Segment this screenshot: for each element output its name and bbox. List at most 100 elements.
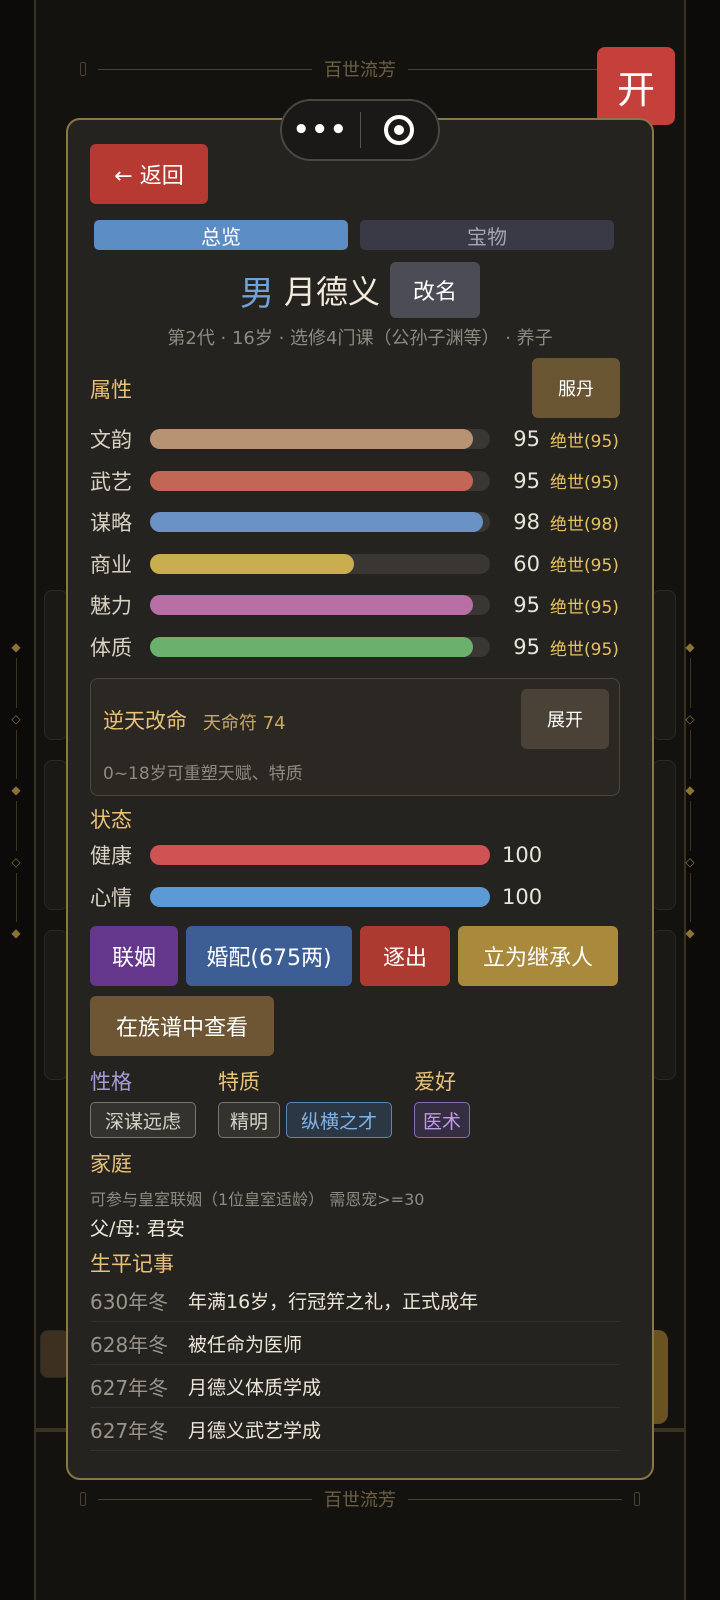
record-date: 627年冬 [90,1376,169,1400]
attribute-grade: 绝世(95) [550,473,619,494]
match-marriage-label: 婚配(675两) [206,946,332,971]
attribute-label: 文韵 [90,428,132,452]
background-card [652,930,676,1080]
take-pill-button-label: 服丹 [558,379,594,400]
status-bar-fill [150,845,490,865]
expel-button[interactable]: 逐出 [360,926,450,986]
close-target-icon[interactable] [361,115,439,145]
attribute-label: 商业 [90,552,132,577]
record-date: 627年冬 [90,1419,169,1443]
status-title: 状态 [90,808,132,832]
marriage-alliance-button[interactable]: 联姻 [90,926,178,986]
background-card [44,590,68,740]
life-records-title: 生平记事 [90,1252,174,1276]
gender-label: 男 [239,273,274,314]
top-banner: 百世流芳 [80,54,640,84]
attribute-label: 谋略 [90,511,132,536]
quality-tag-special-label: 纵横之才 [300,1110,377,1133]
attribute-label: 体质 [90,636,132,660]
background-card [44,930,68,1080]
background-card [44,760,68,910]
attribute-grade: 绝世(95) [550,597,619,618]
attribute-bar [150,512,490,533]
mini-program-capsule: ••• [280,99,440,161]
marriage-alliance-label: 联姻 [111,946,156,971]
personality-title: 性格 [90,1070,132,1094]
attribute-row: 谋略 98 绝世(98) [90,507,630,537]
bottom-banner-title: 百世流芳 [324,1490,396,1511]
expel-label: 逐出 [382,946,427,971]
tab-treasure[interactable]: 宝物 [360,220,614,250]
attribute-bar [150,637,490,657]
background-card [652,760,676,910]
set-heir-button[interactable]: 立为继承人 [458,926,618,986]
life-record-row: 627年冬 月德义体质学成 [90,1366,620,1408]
view-in-genealogy-button[interactable]: 在族谱中查看 [90,996,274,1056]
quality-tag-label: 精明 [229,1110,268,1133]
name-row: 男 月德义 改名 [68,262,652,318]
character-info-line: 第2代 · 16岁 · 选修4门课（公孙子渊等） · 养子 [167,328,553,349]
open-button[interactable]: 开 [597,47,675,125]
status-value: 100 [502,843,543,867]
status-label: 心情 [90,885,132,910]
banner-title: 百世流芳 [324,60,396,81]
attribute-row: 魅力 95 绝世(95) [90,590,630,620]
attribute-row: 体质 95 绝世(95) [90,632,630,662]
record-date: 630年冬 [90,1290,169,1314]
attribute-grade: 绝世(98) [550,514,619,535]
attribute-value: 60 [513,551,540,576]
attribute-label: 武艺 [90,469,132,494]
status-row: 健康 100 [90,840,630,870]
attribute-bar-fill [150,595,473,616]
expand-button[interactable]: 展开 [521,689,609,749]
fate-token-count: 天命符 74 [203,713,286,734]
attribute-bar-fill [150,429,473,449]
back-button[interactable]: ← 返回 [90,144,208,204]
life-record-row: 630年冬 年满16岁，行冠笄之礼，正式成年 [90,1280,620,1322]
left-ornament: ◆ ◇ ◆ ◇ ◆ [11,640,21,940]
attribute-bar [150,553,490,574]
quality-tag: 精明 [218,1102,280,1138]
fate-title: 逆天改命 [103,709,187,733]
more-icon[interactable]: ••• [282,115,360,145]
fate-description: 0~18岁可重塑天赋、特质 [103,764,303,784]
attribute-bar-fill [150,637,473,657]
royal-marriage-note: 可参与皇室联姻（1位皇室适龄） 需恩宠>=30 [90,1190,425,1209]
right-ornament: ◆ ◇ ◆ ◇ ◆ [685,640,695,940]
rename-button[interactable]: 改名 [390,262,480,318]
attribute-grade: 绝世(95) [550,431,619,452]
status-row: 心情 100 [90,882,630,912]
record-text: 月德义武艺学成 [188,1420,322,1442]
attribute-bar-fill [150,470,473,491]
attribute-value: 98 [513,510,540,535]
status-bar-fill [150,886,490,907]
hobby-tag: 医术 [414,1102,470,1138]
attribute-value: 95 [513,468,540,493]
life-record-row: 628年冬 被任命为医师 [90,1323,620,1365]
tab-overview[interactable]: 总览 [94,220,348,250]
back-button-label: ← 返回 [114,164,184,189]
record-text: 月德义体质学成 [188,1377,322,1399]
attributes-title: 属性 [90,378,132,402]
parents-line: 父/母: 君安 [90,1218,185,1240]
take-pill-button[interactable]: 服丹 [532,358,620,418]
attribute-value: 95 [513,427,540,451]
set-heir-label: 立为继承人 [482,946,593,971]
personality-tag-label: 深谋远虑 [104,1110,181,1133]
view-in-genealogy-label: 在族谱中查看 [115,1016,248,1041]
attribute-bar-fill [150,512,484,533]
attribute-row: 文韵 95 绝世(95) [90,424,630,454]
attribute-row: 商业 60 绝世(95) [90,549,630,579]
fate-change-panel: 逆天改命 天命符 74 展开 0~18岁可重塑天赋、特质 [90,678,620,796]
status-bar [150,845,490,865]
quality-tag-special: 纵横之才 [286,1102,392,1138]
attribute-bar [150,429,490,449]
life-record-row: 627年冬 月德义武艺学成 [90,1409,620,1451]
open-button-label: 开 [616,67,655,112]
attribute-grade: 绝世(95) [550,639,619,660]
match-marriage-button[interactable]: 婚配(675两) [186,926,352,986]
background-card [652,590,676,740]
status-bar [150,886,490,907]
attribute-row: 武艺 95 绝世(95) [90,466,630,496]
rename-button-label: 改名 [412,280,457,305]
